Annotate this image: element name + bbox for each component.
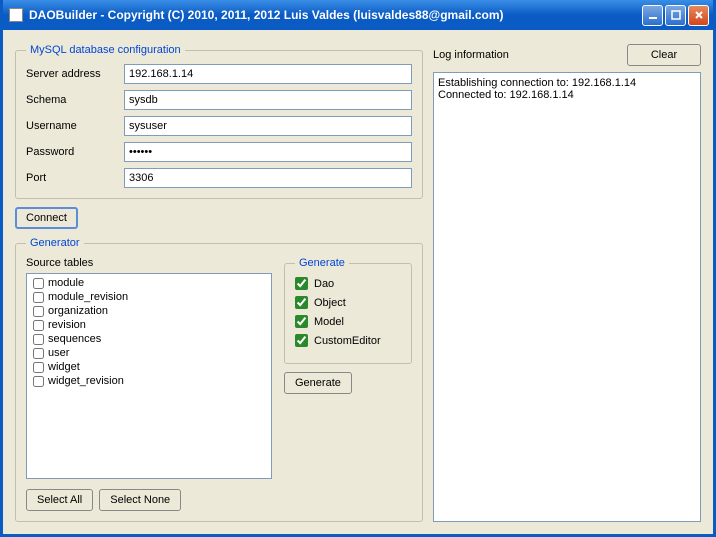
table-label: organization (48, 305, 108, 317)
select-all-button[interactable]: Select All (26, 489, 93, 511)
schema-label: Schema (26, 94, 124, 106)
dao-checkbox[interactable] (295, 277, 308, 290)
object-checkbox[interactable] (295, 296, 308, 309)
titlebar[interactable]: DAOBuilder - Copyright (C) 2010, 2011, 2… (3, 0, 713, 30)
table-checkbox[interactable] (33, 362, 44, 373)
table-checkbox[interactable] (33, 278, 44, 289)
table-label: user (48, 347, 69, 359)
log-label: Log information (433, 49, 627, 61)
generator-legend: Generator (26, 237, 84, 249)
app-window: DAOBuilder - Copyright (C) 2010, 2011, 2… (0, 0, 716, 537)
server-label: Server address (26, 68, 124, 80)
table-item[interactable]: widget_revision (29, 374, 269, 388)
log-textarea[interactable]: Establishing connection to: 192.168.1.14… (433, 72, 701, 522)
model-checkbox[interactable] (295, 315, 308, 328)
minimize-button[interactable] (642, 5, 663, 26)
generate-button[interactable]: Generate (284, 372, 352, 394)
table-item[interactable]: revision (29, 318, 269, 332)
generate-legend: Generate (295, 257, 349, 269)
log-line: Establishing connection to: 192.168.1.14 (438, 77, 696, 89)
app-icon (9, 8, 23, 22)
schema-input[interactable] (124, 90, 412, 110)
table-item[interactable]: module (29, 276, 269, 290)
customeditor-label: CustomEditor (314, 335, 381, 347)
table-item[interactable]: sequences (29, 332, 269, 346)
password-label: Password (26, 146, 124, 158)
object-label: Object (314, 297, 346, 309)
table-item[interactable]: widget (29, 360, 269, 374)
table-item[interactable]: user (29, 346, 269, 360)
close-button[interactable] (688, 5, 709, 26)
table-item[interactable]: organization (29, 304, 269, 318)
table-label: widget_revision (48, 375, 124, 387)
table-label: sequences (48, 333, 101, 345)
source-tables-list[interactable]: module module_revision organization revisio… (26, 273, 272, 479)
table-label: module_revision (48, 291, 128, 303)
maximize-button[interactable] (665, 5, 686, 26)
table-checkbox[interactable] (33, 334, 44, 345)
connect-button[interactable]: Connect (15, 207, 78, 229)
table-item[interactable]: module_revision (29, 290, 269, 304)
table-checkbox[interactable] (33, 306, 44, 317)
username-input[interactable] (124, 116, 412, 136)
source-tables-label: Source tables (26, 257, 272, 269)
table-label: widget (48, 361, 80, 373)
log-line: Connected to: 192.168.1.14 (438, 89, 696, 101)
table-label: module (48, 277, 84, 289)
db-config-group: MySQL database configuration Server addr… (15, 44, 423, 199)
generator-group: Generator Source tables module module_rev… (15, 237, 423, 522)
port-input[interactable] (124, 168, 412, 188)
server-input[interactable] (124, 64, 412, 84)
clear-log-button[interactable]: Clear (627, 44, 701, 66)
generate-options-group: Generate Dao Object Model CustomEditor (284, 257, 412, 364)
port-label: Port (26, 172, 124, 184)
table-checkbox[interactable] (33, 292, 44, 303)
password-input[interactable] (124, 142, 412, 162)
dao-label: Dao (314, 278, 334, 290)
username-label: Username (26, 120, 124, 132)
table-label: revision (48, 319, 86, 331)
db-config-legend: MySQL database configuration (26, 44, 185, 56)
window-title: DAOBuilder - Copyright (C) 2010, 2011, 2… (29, 8, 642, 22)
table-checkbox[interactable] (33, 320, 44, 331)
model-label: Model (314, 316, 344, 328)
table-checkbox[interactable] (33, 376, 44, 387)
table-checkbox[interactable] (33, 348, 44, 359)
select-none-button[interactable]: Select None (99, 489, 181, 511)
customeditor-checkbox[interactable] (295, 334, 308, 347)
